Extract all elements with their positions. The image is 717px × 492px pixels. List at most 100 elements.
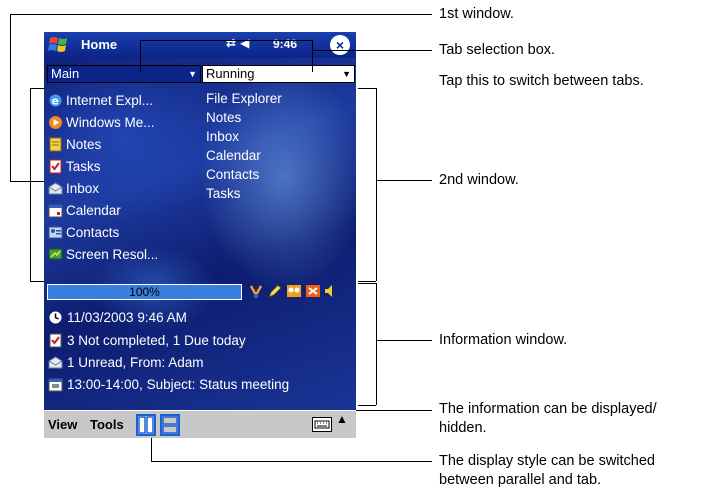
callout-first-window: 1st window. bbox=[439, 6, 514, 22]
info-item-tasks[interactable]: 3 Not completed, 1 Due today bbox=[48, 333, 246, 348]
card-icon[interactable] bbox=[305, 283, 321, 299]
callout-line-second-window bbox=[376, 180, 432, 181]
info-item-calendar[interactable]: 13:00-14:00, Subject: Status meeting bbox=[48, 377, 289, 392]
inbox-icon bbox=[48, 181, 63, 196]
window-title: Home bbox=[81, 37, 118, 52]
clock-icon bbox=[49, 311, 62, 324]
callout-line-display-style bbox=[151, 461, 432, 462]
screen-resolution-icon bbox=[48, 247, 63, 262]
running-item[interactable]: Tasks bbox=[206, 186, 282, 205]
app-item-label: Screen Resol... bbox=[66, 246, 159, 262]
app-item-label: Inbox bbox=[66, 180, 100, 196]
app-item-label: Windows Me... bbox=[66, 114, 155, 130]
tab-select-running[interactable]: Running ▼ bbox=[202, 65, 355, 83]
chevron-down-icon: ▼ bbox=[342, 69, 351, 79]
tray-icons: ⇄ ◀ bbox=[226, 36, 249, 50]
keyboard-icon bbox=[314, 420, 330, 429]
speaker-icon[interactable]: ◀ bbox=[240, 36, 249, 50]
callout-bracket-second-window bbox=[358, 88, 376, 89]
parallel-view-icon bbox=[138, 416, 154, 434]
battery-bar[interactable]: 100% bbox=[47, 284, 242, 300]
callout-line-first-window bbox=[10, 14, 432, 15]
input-menu-up-icon[interactable]: ▲ bbox=[336, 412, 348, 426]
tasks-icon bbox=[48, 159, 63, 174]
callout-bracket-first-window bbox=[30, 88, 31, 282]
info-item-label: 11/03/2003 9:46 AM bbox=[67, 310, 187, 325]
info-item-date[interactable]: 11/03/2003 9:46 AM bbox=[48, 310, 187, 325]
app-item-inbox[interactable]: Inbox bbox=[48, 177, 158, 199]
calendar-icon bbox=[48, 203, 63, 218]
callout-bracket-first-window bbox=[30, 281, 44, 282]
app-item-screen-resolution[interactable]: Screen Resol... bbox=[48, 243, 158, 265]
notes-icon bbox=[48, 137, 63, 152]
people-icon[interactable] bbox=[286, 283, 302, 299]
callout-bracket-first-window bbox=[30, 88, 44, 89]
callout-info-window: Information window. bbox=[439, 332, 568, 348]
tab-select-running-value: Running bbox=[206, 66, 255, 81]
plug-icon[interactable] bbox=[248, 283, 264, 299]
close-button[interactable]: × bbox=[330, 35, 350, 55]
volume-icon[interactable] bbox=[324, 283, 336, 299]
keyboard-button[interactable] bbox=[312, 417, 332, 432]
windows-media-icon bbox=[48, 115, 63, 130]
svg-text:e: e bbox=[52, 94, 59, 107]
callout-info-toggle-line1: The information can be displayed/ bbox=[439, 401, 657, 417]
tab-view-icon bbox=[162, 416, 178, 434]
info-item-label: 1 Unread, From: Adam bbox=[67, 355, 204, 370]
contacts-icon bbox=[48, 225, 63, 240]
callout-tab-tap: Tap this to switch between tabs. bbox=[439, 73, 644, 89]
pda-screen: Home ⇄ ◀ 9:46 × Main ▼ Running ▼ e Inter… bbox=[44, 32, 356, 438]
running-item[interactable]: Calendar bbox=[206, 148, 282, 167]
info-item-inbox[interactable]: 1 Unread, From: Adam bbox=[48, 355, 204, 370]
callout-second-window: 2nd window. bbox=[439, 172, 519, 188]
app-item-calendar[interactable]: Calendar bbox=[48, 199, 158, 221]
callout-style-line2: between parallel and tab. bbox=[439, 472, 602, 488]
command-bar: View Tools ▲ bbox=[44, 410, 356, 438]
app-item-label: Internet Expl... bbox=[66, 92, 154, 108]
callout-tab-box: Tab selection box. bbox=[439, 42, 556, 58]
tab-style-button[interactable] bbox=[160, 414, 180, 436]
title-bar: Home ⇄ ◀ 9:46 × bbox=[44, 32, 356, 58]
app-item-label: Tasks bbox=[66, 158, 101, 174]
callout-line-info-toggle bbox=[356, 410, 432, 411]
running-item[interactable]: Inbox bbox=[206, 129, 282, 148]
status-icons bbox=[248, 283, 336, 299]
callout-line-tab-box bbox=[312, 50, 432, 51]
information-window: 100% 11/03/2003 9:46 AM 3 Not completed,… bbox=[44, 281, 356, 410]
callout-style-line1: The display style can be switched bbox=[439, 453, 655, 469]
callout-line-info-window bbox=[376, 340, 432, 341]
running-item[interactable]: Notes bbox=[206, 110, 282, 129]
pen-icon[interactable] bbox=[267, 283, 283, 299]
parallel-style-button[interactable] bbox=[136, 414, 156, 436]
info-item-label: 3 Not completed, 1 Due today bbox=[67, 333, 246, 348]
callout-line-first-window bbox=[10, 181, 44, 182]
running-item[interactable]: File Explorer bbox=[206, 91, 282, 110]
app-item-notes[interactable]: Notes bbox=[48, 133, 158, 155]
callout-line-tab-box bbox=[140, 40, 313, 41]
inbox-icon bbox=[48, 356, 63, 369]
app-item-tasks[interactable]: Tasks bbox=[48, 155, 158, 177]
tab-select-main-value: Main bbox=[51, 66, 80, 81]
callout-line-tab-box bbox=[140, 40, 141, 72]
battery-label: 100% bbox=[129, 285, 160, 299]
tasks-icon bbox=[49, 333, 62, 348]
internet-explorer-icon: e bbox=[48, 93, 63, 108]
app-item-contacts[interactable]: Contacts bbox=[48, 221, 158, 243]
app-list: e Internet Expl... Windows Me... Notes T… bbox=[48, 89, 158, 265]
app-item-label: Contacts bbox=[66, 224, 120, 240]
running-list: File Explorer Notes Inbox Calendar Conta… bbox=[206, 91, 282, 205]
menu-view[interactable]: View bbox=[48, 417, 77, 432]
connectivity-icon[interactable]: ⇄ bbox=[226, 36, 236, 50]
menu-tools[interactable]: Tools bbox=[90, 417, 124, 432]
windows-start-icon[interactable] bbox=[47, 34, 71, 56]
tab-select-main[interactable]: Main ▼ bbox=[47, 65, 201, 83]
app-item-internet-explorer[interactable]: e Internet Expl... bbox=[48, 89, 158, 111]
chevron-down-icon: ▼ bbox=[188, 69, 197, 79]
running-item[interactable]: Contacts bbox=[206, 167, 282, 186]
app-item-windows-media[interactable]: Windows Me... bbox=[48, 111, 158, 133]
callout-line-display-style bbox=[151, 438, 152, 461]
callout-line-tab-box bbox=[312, 40, 313, 72]
info-item-label: 13:00-14:00, Subject: Status meeting bbox=[67, 377, 290, 392]
app-item-label: Calendar bbox=[66, 202, 121, 218]
callout-bracket-second-window bbox=[376, 88, 377, 281]
